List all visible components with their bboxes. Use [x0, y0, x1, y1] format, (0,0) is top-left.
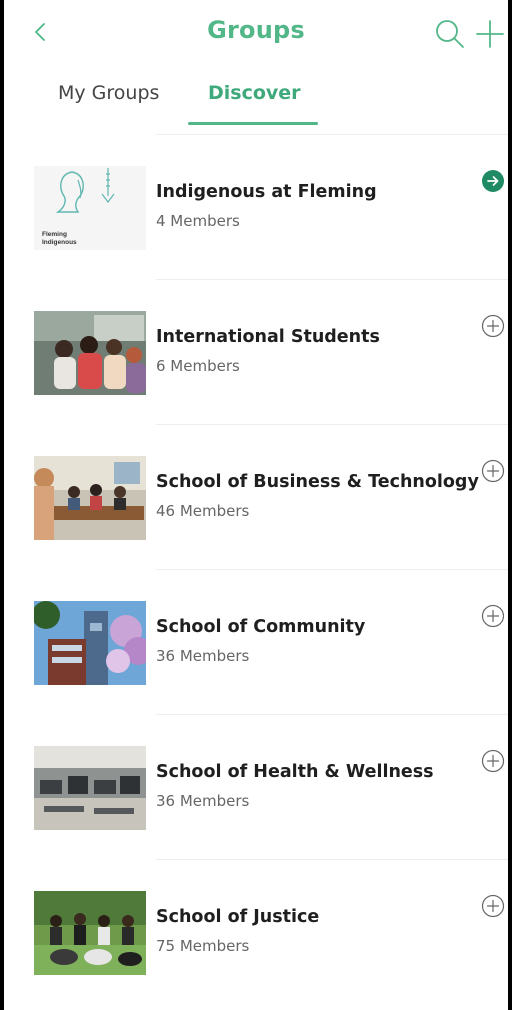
group-thumbnail — [34, 311, 146, 395]
join-group-button[interactable] — [481, 459, 505, 483]
plus-icon — [476, 20, 504, 48]
join-group-button[interactable] — [481, 894, 505, 918]
thumb-caption-line2: Indigenous — [42, 239, 77, 246]
tab-bar: My Groups Discover — [4, 68, 508, 128]
group-member-count: 4 Members — [156, 212, 240, 230]
group-thumbnail: Fleming Indigenous — [34, 166, 146, 250]
group-name: School of Justice — [156, 907, 320, 927]
group-thumbnail — [34, 746, 146, 830]
add-group-button[interactable] — [474, 18, 506, 50]
group-thumbnail — [34, 601, 146, 685]
page-title: Groups — [207, 16, 305, 44]
list-item[interactable]: School of Business & Technology 46 Membe… — [4, 424, 508, 569]
active-tab-indicator — [188, 122, 318, 125]
list-item[interactable]: Fleming Indigenous Indigenous at Fleming… — [4, 134, 508, 279]
arrow-right-circle-icon — [482, 170, 504, 192]
plus-circle-icon — [481, 604, 505, 628]
thumb-caption-line1: Fleming — [42, 231, 67, 238]
search-icon — [436, 20, 464, 48]
join-group-button[interactable] — [481, 749, 505, 773]
list-item[interactable]: School of Health & Wellness 36 Members — [4, 714, 508, 859]
group-name: School of Community — [156, 617, 366, 637]
group-member-count: 36 Members — [156, 647, 250, 665]
group-name: School of Health & Wellness — [156, 762, 434, 782]
top-bar: Groups — [4, 0, 508, 68]
groups-screen: Groups My Groups Discover Fleming Indige… — [4, 0, 508, 1010]
tab-my-groups[interactable]: My Groups — [58, 82, 159, 104]
join-group-button[interactable] — [481, 604, 505, 628]
group-member-count: 36 Members — [156, 792, 250, 810]
group-thumbnail — [34, 891, 146, 975]
open-group-button[interactable] — [481, 169, 505, 193]
group-name: School of Business & Technology — [156, 472, 479, 492]
list-item[interactable]: School of Justice 75 Members — [4, 859, 508, 1004]
plus-circle-icon — [481, 459, 505, 483]
group-name: International Students — [156, 327, 380, 347]
group-member-count: 46 Members — [156, 502, 250, 520]
group-member-count: 6 Members — [156, 357, 240, 375]
plus-circle-icon — [481, 749, 505, 773]
plus-circle-icon — [481, 894, 505, 918]
plus-circle-icon — [481, 314, 505, 338]
search-button[interactable] — [434, 18, 466, 50]
tab-discover[interactable]: Discover — [208, 82, 301, 104]
group-name: Indigenous at Fleming — [156, 182, 377, 202]
list-item[interactable]: International Students 6 Members — [4, 279, 508, 424]
group-thumbnail — [34, 456, 146, 540]
join-group-button[interactable] — [481, 314, 505, 338]
group-member-count: 75 Members — [156, 937, 250, 955]
list-item[interactable]: School of Community 36 Members — [4, 569, 508, 714]
